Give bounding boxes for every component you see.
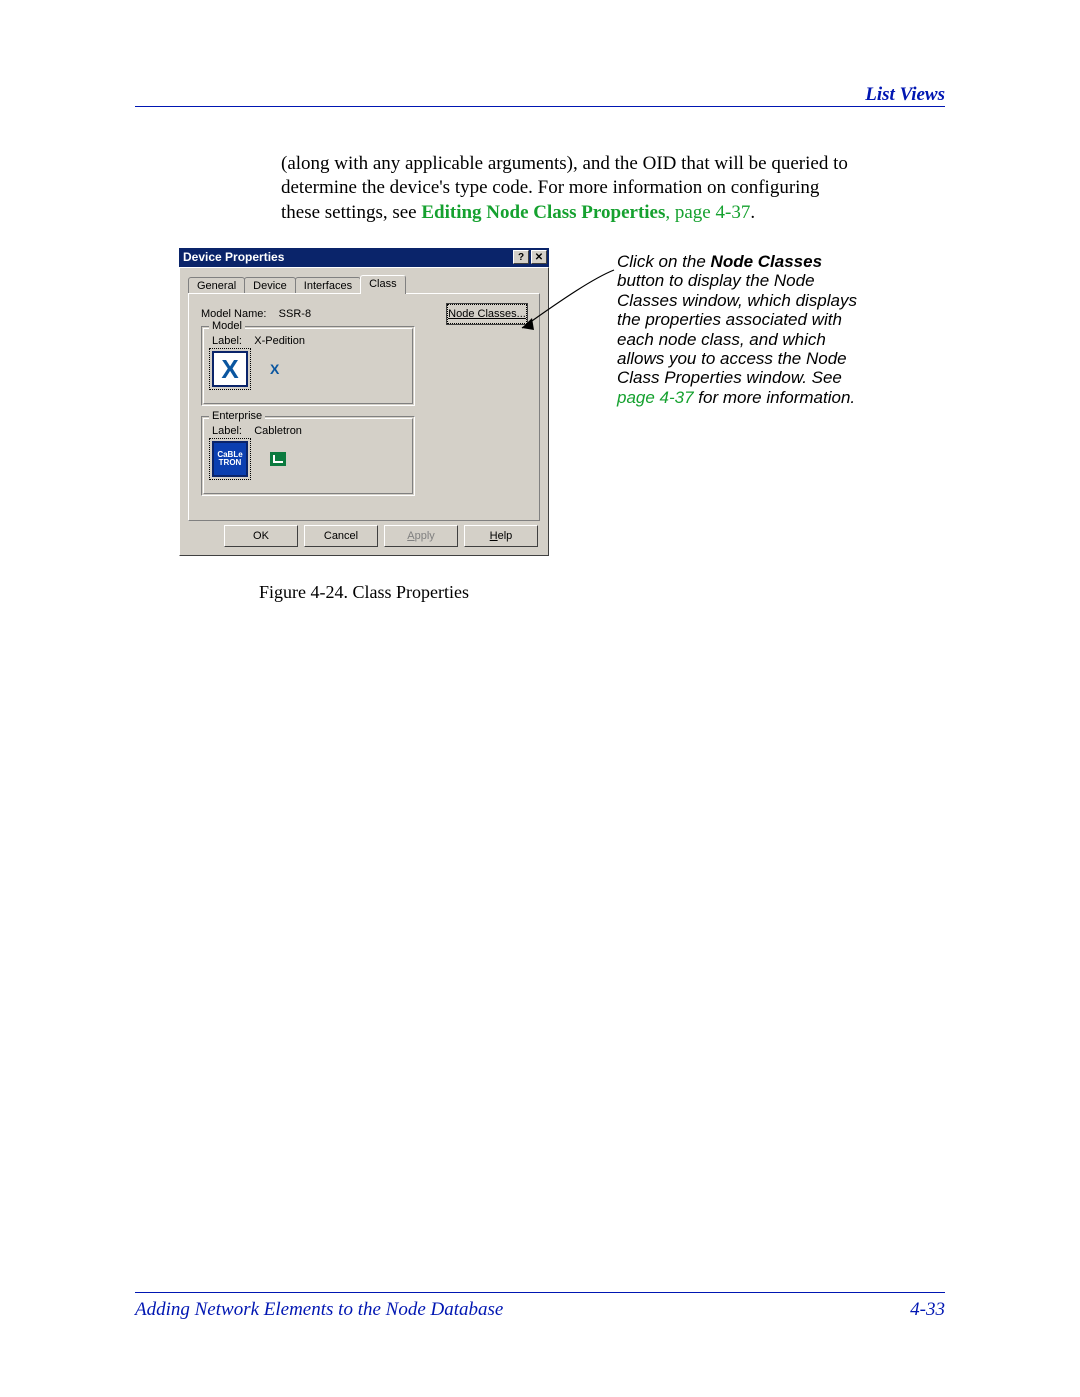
group-model-legend: Model (209, 320, 245, 332)
enterprise-icon-small[interactable] (270, 452, 286, 466)
cabletron-icon: CaBLe TRON (214, 443, 246, 475)
callout-page-ref[interactable]: page 4-37 (617, 388, 694, 407)
ok-button[interactable]: OK (224, 525, 298, 547)
dialog-button-row: OK Cancel Apply Help (180, 525, 538, 547)
model-label-prefix: Label: (212, 335, 242, 347)
model-name-row: Model Name: SSR-8 (201, 308, 311, 320)
footer-page-number: 4-33 (910, 1299, 945, 1321)
header-rule (135, 106, 945, 107)
model-icon-small[interactable]: X (270, 361, 279, 377)
model-label-row: Label: X-Pedition (212, 335, 305, 347)
group-model: Model Label: X-Pedition X X (201, 326, 415, 406)
tab-device[interactable]: Device (244, 277, 296, 294)
apply-button: Apply (384, 525, 458, 547)
link-page-ref[interactable]: , page 4-37 (665, 202, 750, 223)
tab-strip: General Device Interfaces Class (188, 275, 405, 294)
tab-interfaces[interactable]: Interfaces (295, 277, 361, 294)
callout-arrow (514, 258, 624, 338)
body-paragraph: (along with any applicable arguments), a… (281, 152, 849, 225)
nc-btn-accel: N (448, 308, 456, 320)
enterprise-label-value: Cabletron (254, 425, 302, 437)
device-properties-dialog: Device Properties ? ✕ General Device Int… (179, 248, 549, 556)
cancel-button[interactable]: Cancel (304, 525, 378, 547)
tab-class[interactable]: Class (360, 275, 406, 294)
tab-panel-class: Model Name: SSR-8 Node Classes... Model … (188, 293, 540, 521)
dialog-titlebar[interactable]: Device Properties ? ✕ (179, 248, 549, 267)
callout-text: Click on the Node Classes button to disp… (617, 252, 857, 407)
callout-bold: Node Classes (711, 252, 823, 271)
model-name-label: Model Name: (201, 308, 266, 320)
callout-t3: for more information. (694, 388, 856, 407)
callout-t2: button to display the Node Classes windo… (617, 271, 857, 387)
footer-chapter-title: Adding Network Elements to the Node Data… (135, 1299, 503, 1321)
model-name-value: SSR-8 (279, 308, 311, 320)
section-header: List Views (865, 84, 945, 106)
callout-t1: Click on the (617, 252, 711, 271)
footer-rule (135, 1292, 945, 1293)
x-icon: X (221, 354, 238, 385)
group-enterprise-legend: Enterprise (209, 410, 265, 422)
group-enterprise: Enterprise Label: Cabletron CaBLe TRON (201, 416, 415, 496)
para-end: . (750, 202, 755, 223)
model-icon-large[interactable]: X (212, 351, 248, 387)
dialog-body: General Device Interfaces Class Model Na… (179, 267, 549, 556)
enterprise-label-prefix: Label: (212, 425, 242, 437)
link-editing-node-class[interactable]: Editing Node Class Properties (421, 202, 665, 223)
help-button[interactable]: Help (464, 525, 538, 547)
model-label-value: X-Pedition (254, 335, 305, 347)
dialog-title-text: Device Properties (183, 248, 284, 267)
tab-general[interactable]: General (188, 277, 245, 294)
figure-caption: Figure 4-24. Class Properties (179, 582, 549, 603)
enterprise-icon-large[interactable]: CaBLe TRON (212, 441, 248, 477)
enterprise-label-row: Label: Cabletron (212, 425, 302, 437)
